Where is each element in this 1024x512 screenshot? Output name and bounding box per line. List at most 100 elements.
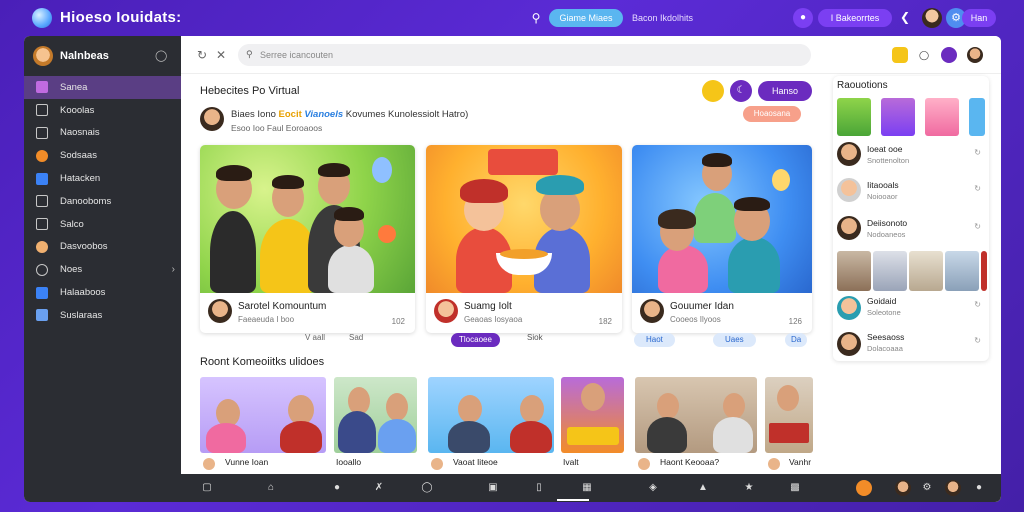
- search-icon[interactable]: ⚲: [528, 10, 544, 26]
- trophy-icon[interactable]: ★: [743, 482, 755, 494]
- shield-icon[interactable]: ◈: [647, 482, 659, 494]
- sidebar-avatar[interactable]: [33, 46, 53, 66]
- rp-photo-5[interactable]: [981, 251, 987, 291]
- rp-photo-1[interactable]: [837, 251, 871, 291]
- rp-photo-4[interactable]: [945, 251, 979, 291]
- profile-icon[interactable]: [941, 47, 957, 63]
- sidebar-item-2[interactable]: Naosnais: [24, 122, 181, 145]
- fire-icon[interactable]: ▲: [697, 482, 709, 494]
- close-icon[interactable]: ✕: [216, 48, 226, 62]
- recent-avatar-5[interactable]: [638, 458, 650, 470]
- top-link[interactable]: Bacon Ikdolhits: [632, 13, 693, 23]
- recent-thumb-4[interactable]: [561, 377, 624, 453]
- calendar-icon[interactable]: ▦: [581, 482, 593, 494]
- page-icon[interactable]: ▢: [201, 482, 213, 494]
- bookmark-icon[interactable]: [892, 47, 908, 63]
- recent-thumb-6[interactable]: [765, 377, 813, 453]
- coin-icon[interactable]: [702, 80, 724, 102]
- rp-user-name-3[interactable]: Deiisonoto: [867, 218, 907, 228]
- rp-photo-2[interactable]: [873, 251, 907, 291]
- rp-photo-3[interactable]: [909, 251, 943, 291]
- chat-icon[interactable]: ◯: [916, 47, 932, 63]
- recent-label-2[interactable]: Iooallo: [336, 457, 361, 467]
- sidebar-item-0[interactable]: Sanea: [24, 76, 181, 99]
- card-avatar[interactable]: [208, 299, 232, 323]
- grid-icon[interactable]: ▩: [789, 482, 801, 494]
- back-icon[interactable]: ❮: [900, 10, 910, 24]
- card-title[interactable]: Sarotel Komountum: [238, 301, 326, 312]
- sidebar-toggle-icon[interactable]: ◯: [155, 49, 167, 62]
- search-input[interactable]: Serree icancouten: [238, 44, 811, 66]
- user-avatar[interactable]: [895, 480, 911, 496]
- recent-avatar-1[interactable]: [203, 458, 215, 470]
- settings-icon[interactable]: ⚙: [921, 482, 933, 494]
- rp-user-avatar-3[interactable]: [837, 216, 861, 240]
- recent-avatar-3[interactable]: [431, 458, 443, 470]
- card-1-like[interactable]: V aall: [305, 333, 325, 347]
- notification-icon[interactable]: ●: [793, 8, 813, 28]
- user-avatar[interactable]: [967, 47, 983, 63]
- rp-tile-4[interactable]: [969, 98, 985, 136]
- card-1-share[interactable]: Sad: [349, 333, 363, 347]
- rp-user-action-3[interactable]: ↻: [974, 222, 981, 231]
- chevron-right-icon[interactable]: ›: [172, 264, 175, 275]
- power-icon[interactable]: ●: [973, 482, 985, 494]
- avatar[interactable]: [922, 8, 942, 28]
- rp-user-avatar-2[interactable]: [837, 178, 861, 202]
- rp-user-action-1[interactable]: ↻: [974, 148, 981, 157]
- recent-thumb-3[interactable]: [428, 377, 554, 453]
- rp-user-name-5[interactable]: Seesaoss: [867, 332, 904, 342]
- card-2-action[interactable]: Tlocaoee: [451, 333, 500, 347]
- reload-icon[interactable]: ↻: [197, 48, 207, 62]
- media-icon[interactable]: ▣: [487, 482, 499, 494]
- card-3-action-1[interactable]: Haot: [634, 333, 675, 347]
- coin-icon[interactable]: [856, 480, 872, 496]
- book-icon[interactable]: ▯: [533, 482, 545, 494]
- rp-user-avatar-4[interactable]: [837, 296, 861, 320]
- card-avatar[interactable]: [640, 299, 664, 323]
- video-card-2[interactable]: Suamg Iolt Geaoas Iosyaoa 182: [426, 145, 622, 333]
- top-pill-button[interactable]: Giame Miaes: [549, 9, 623, 27]
- card-3-action-2[interactable]: Uaes: [713, 333, 756, 347]
- rp-user-avatar-5[interactable]: [837, 332, 861, 356]
- card-3-action-3[interactable]: Da: [785, 333, 808, 347]
- recent-thumb-1[interactable]: [200, 377, 326, 453]
- top-pill3-button[interactable]: Han: [962, 9, 996, 27]
- card-2-secondary[interactable]: Siok: [527, 333, 543, 347]
- sidebar-item-5[interactable]: Danooboms: [24, 190, 181, 213]
- video-card-1[interactable]: Sarotel Komountum Faeaeuda I boo 102: [200, 145, 415, 333]
- sidebar-item-7[interactable]: Dasvoobos: [24, 236, 181, 259]
- rp-user-name-2[interactable]: Iitaooals: [867, 180, 899, 190]
- feature-pill-button[interactable]: Hanso: [758, 81, 812, 101]
- recent-label-1[interactable]: Vunne Ioan: [225, 457, 268, 467]
- rp-tile-1[interactable]: [837, 98, 871, 136]
- card-thumbnail[interactable]: [632, 145, 812, 293]
- recent-label-4[interactable]: Ivalt: [563, 457, 579, 467]
- rp-user-avatar-1[interactable]: [837, 142, 861, 166]
- sidebar-item-9[interactable]: Halaaboos: [24, 281, 181, 304]
- recent-label-5[interactable]: Haont Keooaa?: [660, 457, 719, 467]
- poster-avatar[interactable]: [200, 107, 224, 131]
- recent-label-6[interactable]: Vanhr: [789, 457, 811, 467]
- sidebar-item-6[interactable]: Salco: [24, 213, 181, 236]
- top-pill2-button[interactable]: I Bakeorrtes: [818, 9, 892, 27]
- home-icon[interactable]: ⌂: [265, 482, 277, 494]
- sidebar-item-10[interactable]: Suslaraas: [24, 304, 181, 327]
- rp-user-action-5[interactable]: ↻: [974, 336, 981, 345]
- sidebar-item-8[interactable]: Noes ›: [24, 258, 181, 281]
- card-title[interactable]: Gouumer Idan: [670, 301, 734, 312]
- recent-avatar-6[interactable]: [768, 458, 780, 470]
- palette-icon[interactable]: ●: [331, 482, 343, 494]
- rp-tile-3[interactable]: [925, 98, 959, 136]
- user-avatar-2[interactable]: [945, 480, 961, 496]
- sidebar-item-1[interactable]: Kooolas: [24, 99, 181, 122]
- follow-button[interactable]: Hoaosana: [743, 106, 801, 122]
- card-thumbnail[interactable]: [426, 145, 622, 293]
- recent-thumb-5[interactable]: [635, 377, 757, 453]
- recent-thumb-2[interactable]: [334, 377, 417, 453]
- globe-icon[interactable]: ◯: [421, 482, 433, 494]
- rp-user-name-1[interactable]: Ioeat ooe: [867, 144, 902, 154]
- card-title[interactable]: Suamg Iolt: [464, 301, 512, 312]
- video-card-3[interactable]: Gouumer Idan Cooeos Ilyoos 126: [632, 145, 812, 333]
- card-thumbnail[interactable]: [200, 145, 415, 293]
